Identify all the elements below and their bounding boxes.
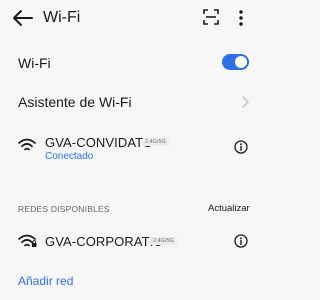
wifi-signal-icon bbox=[18, 138, 36, 151]
info-icon[interactable] bbox=[234, 140, 248, 154]
add-network-button[interactable]: Añadir red bbox=[18, 274, 73, 288]
wifi-toggle-label: Wi-Fi bbox=[18, 55, 51, 71]
refresh-button[interactable]: Actualizar bbox=[208, 203, 250, 214]
info-icon[interactable] bbox=[234, 234, 248, 248]
wifi-locked-icon bbox=[18, 234, 37, 247]
band-badge: 2.4G/5G bbox=[150, 237, 177, 245]
wifi-assistant-label[interactable]: Asistente de Wi-Fi bbox=[18, 94, 132, 110]
top-app-bar: Wi-Fi bbox=[0, 0, 266, 36]
more-vertical-icon[interactable] bbox=[236, 9, 246, 27]
scan-qr-icon[interactable] bbox=[203, 9, 219, 25]
chevron-right-icon[interactable] bbox=[240, 95, 250, 109]
wifi-toggle-switch[interactable] bbox=[222, 54, 249, 70]
band-badge: 2.4G/5G bbox=[142, 138, 169, 146]
connection-status: Conectado bbox=[45, 151, 94, 162]
toggle-knob bbox=[235, 56, 247, 68]
available-networks-heading: REDES DISPONIBLES bbox=[18, 204, 110, 214]
network-ssid[interactable]: GVA-CORPORATIU bbox=[45, 234, 163, 249]
page-title: Wi-Fi bbox=[43, 9, 81, 26]
arrow-left-icon[interactable] bbox=[12, 8, 34, 28]
connected-network-ssid[interactable]: GVA-CONVIDATS bbox=[45, 135, 152, 150]
